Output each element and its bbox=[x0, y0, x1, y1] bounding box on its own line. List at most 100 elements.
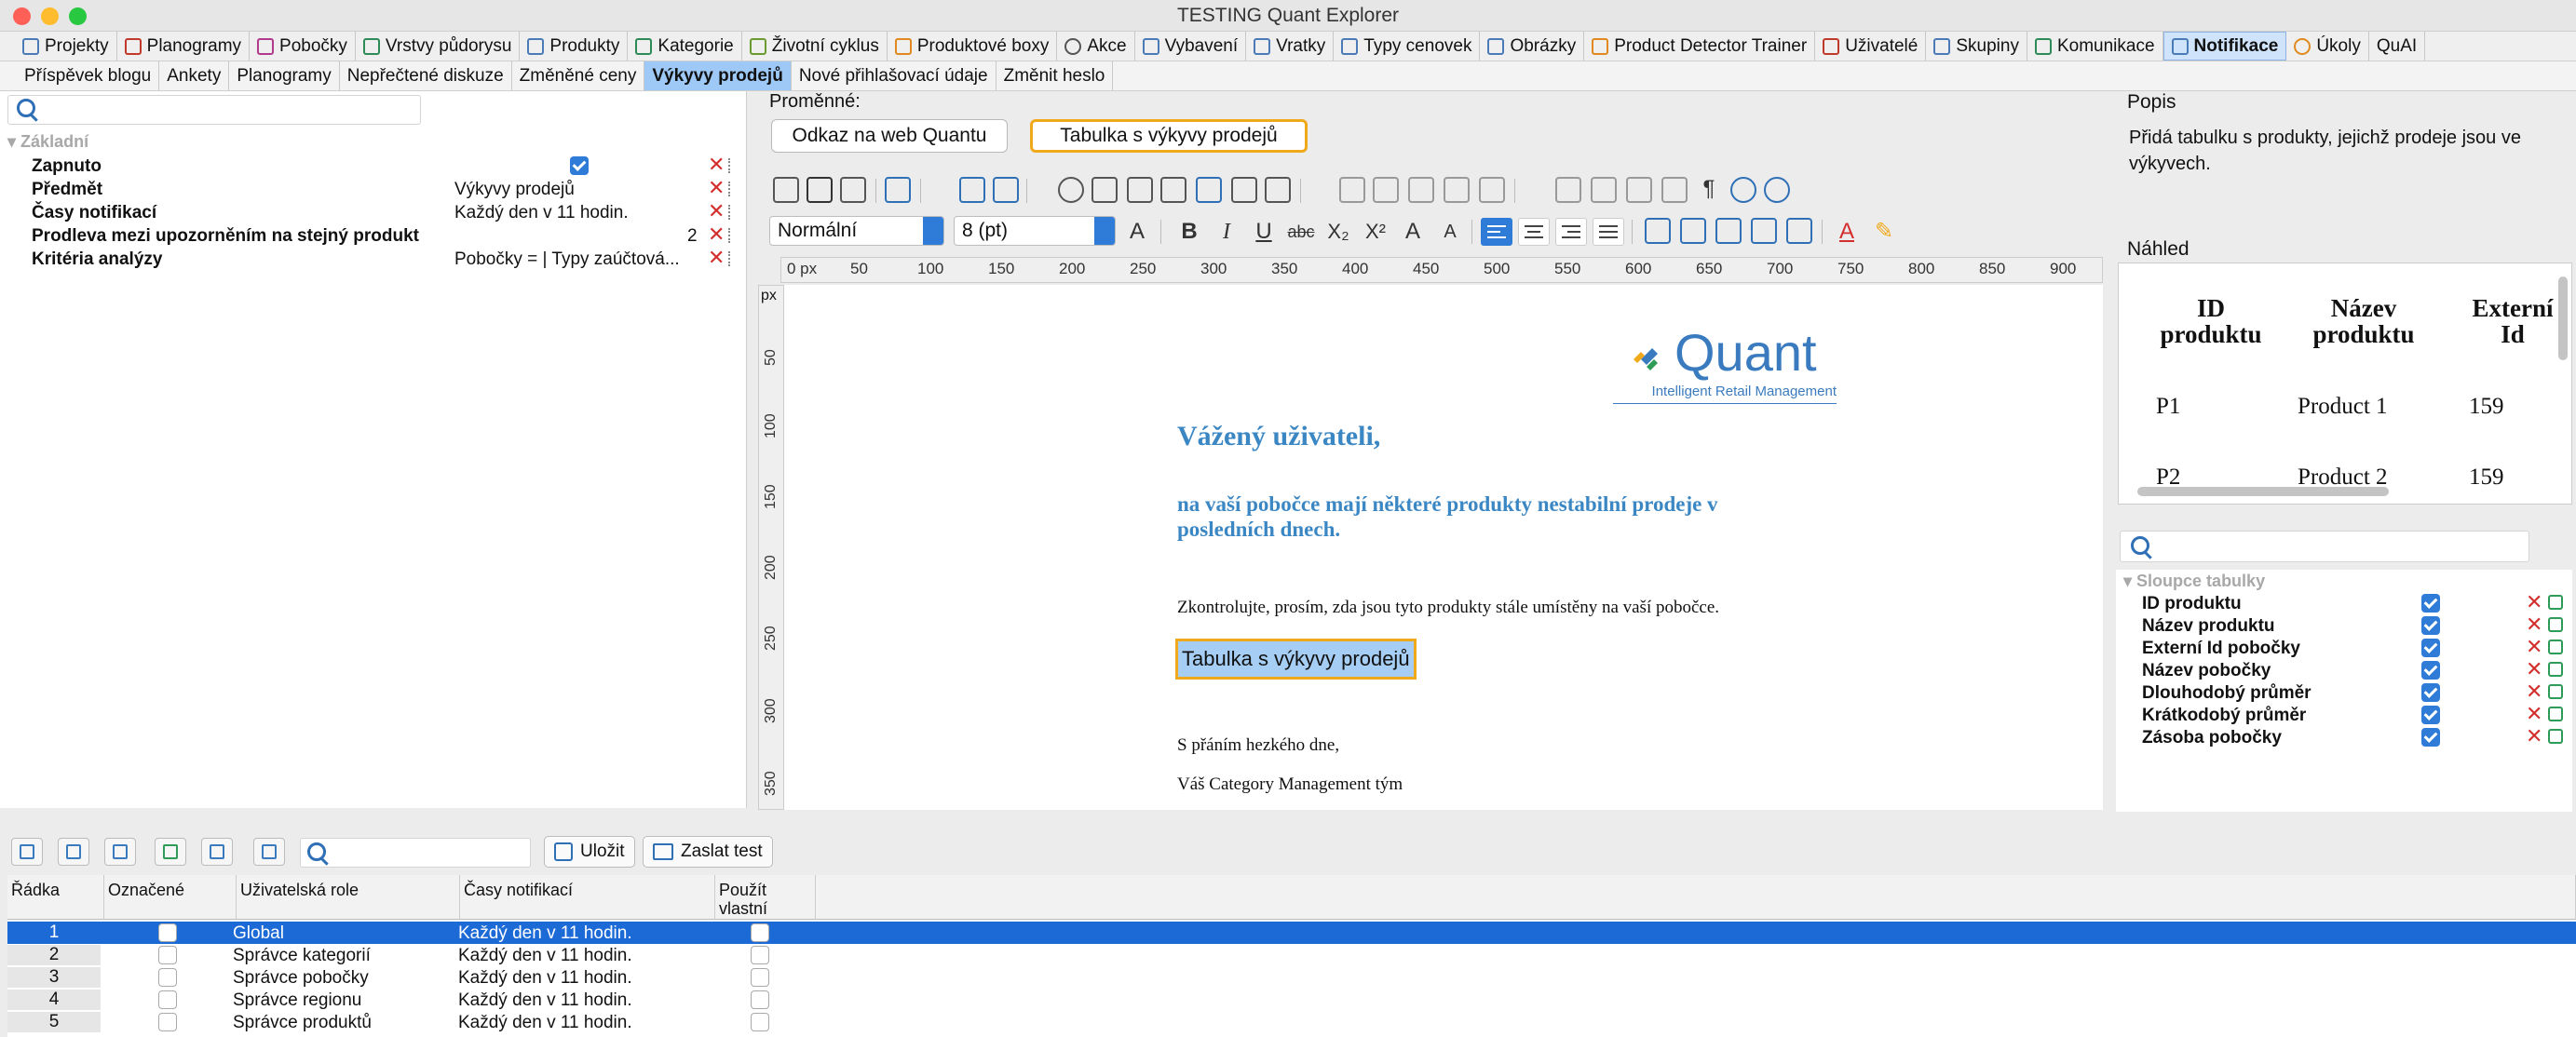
columns-section-header[interactable]: ▾ Sloupce tabulky bbox=[2123, 572, 2265, 591]
align-right-button[interactable] bbox=[1555, 218, 1587, 246]
column-checkbox[interactable] bbox=[2421, 639, 2440, 657]
tab-pobocky[interactable]: Pobočky bbox=[250, 32, 356, 61]
redo-icon[interactable] bbox=[993, 177, 1019, 203]
delete-icon[interactable]: ✕ bbox=[2526, 726, 2542, 747]
delete-icon[interactable]: ✕ bbox=[708, 155, 725, 175]
delete-icon[interactable]: ✕ bbox=[2526, 704, 2542, 724]
sales-table-placeholder[interactable]: Tabulka s výkyvy prodejů bbox=[1175, 639, 1417, 680]
split-icon[interactable] bbox=[1591, 177, 1617, 203]
delete-icon[interactable]: ✕ bbox=[708, 224, 725, 245]
copy-icon[interactable] bbox=[2548, 595, 2563, 610]
use-custom-checkbox[interactable] bbox=[751, 990, 769, 1009]
subtab-ankety[interactable]: Ankety bbox=[159, 61, 230, 90]
subject-value[interactable]: Výkyvy prodejů bbox=[454, 180, 706, 200]
grid-header-marked[interactable]: Označené bbox=[104, 875, 237, 920]
tab-komunikace[interactable]: Komunikace bbox=[2027, 32, 2163, 61]
zoom-in-icon[interactable] bbox=[1730, 177, 1756, 203]
properties-search-input[interactable] bbox=[7, 95, 421, 125]
send-test-button[interactable]: Zaslat test bbox=[643, 836, 773, 868]
save-button[interactable]: Uložit bbox=[544, 836, 635, 868]
subscript-icon[interactable]: X₂ bbox=[1324, 218, 1352, 246]
table-row[interactable]: 3 Správce pobočky Každý den v 11 hodin. bbox=[7, 966, 2576, 989]
table-icon[interactable] bbox=[885, 177, 911, 203]
row-below-icon[interactable] bbox=[1444, 177, 1470, 203]
delete-icon[interactable]: ✕ bbox=[708, 178, 725, 198]
subtab-zmenene-ceny[interactable]: Změněné ceny bbox=[512, 61, 645, 90]
column-checkbox[interactable] bbox=[2421, 706, 2440, 724]
more-icon[interactable] bbox=[728, 158, 734, 173]
tab-obrazky[interactable]: Obrázky bbox=[1480, 32, 1585, 61]
superscript-icon[interactable]: X² bbox=[1362, 218, 1390, 246]
delete-icon[interactable] bbox=[253, 838, 285, 866]
delete-icon[interactable]: ✕ bbox=[708, 248, 725, 268]
tab-vratky[interactable]: Vratky bbox=[1246, 32, 1335, 61]
duplicate-icon[interactable] bbox=[58, 838, 89, 866]
tab-skupiny[interactable]: Skupiny bbox=[1926, 32, 2027, 61]
row-above-icon[interactable] bbox=[1408, 177, 1434, 203]
align-justify-button[interactable] bbox=[1593, 218, 1624, 246]
cell-right-icon[interactable] bbox=[1373, 177, 1399, 203]
align-center-button[interactable] bbox=[1518, 218, 1550, 246]
subtab-neprectene-diskuze[interactable]: Nepřečtené diskuze bbox=[340, 61, 512, 90]
italic-icon[interactable]: I bbox=[1213, 218, 1241, 246]
more-icon[interactable] bbox=[728, 251, 734, 266]
use-custom-checkbox[interactable] bbox=[751, 1013, 769, 1031]
tab-notifikace[interactable]: Notifikace bbox=[2162, 32, 2287, 61]
tab-product-detector-trainer[interactable]: Product Detector Trainer bbox=[1584, 32, 1816, 61]
find-replace-icon[interactable] bbox=[1091, 177, 1118, 203]
column-checkbox[interactable] bbox=[2421, 728, 2440, 747]
delete-icon[interactable]: ✕ bbox=[2526, 637, 2542, 657]
grid-header-row-number[interactable]: Řádka bbox=[7, 875, 104, 920]
tab-uzivatele[interactable]: Uživatelé bbox=[1815, 32, 1927, 61]
cut-icon[interactable] bbox=[807, 177, 833, 203]
row-marked-checkbox[interactable] bbox=[158, 946, 177, 964]
table-row-icon[interactable] bbox=[1231, 177, 1257, 203]
copy-icon[interactable] bbox=[2548, 729, 2563, 744]
delete-column-icon[interactable] bbox=[1626, 177, 1652, 203]
tab-typy-cenovek[interactable]: Typy cenovek bbox=[1334, 32, 1481, 61]
table-column-icon[interactable] bbox=[1265, 177, 1291, 203]
text-color-icon[interactable]: A bbox=[1833, 218, 1861, 246]
bullet-list-icon[interactable] bbox=[1751, 218, 1777, 244]
row-marked-checkbox[interactable] bbox=[158, 990, 177, 1009]
format-painter-icon[interactable] bbox=[1160, 177, 1186, 203]
copy-icon[interactable] bbox=[840, 177, 866, 203]
font-icon[interactable]: A bbox=[1123, 218, 1151, 246]
email-editor-canvas[interactable]: Quant Intelligent Retail Management Váže… bbox=[784, 285, 2103, 810]
cell-left-icon[interactable] bbox=[1339, 177, 1365, 203]
undo-icon[interactable] bbox=[959, 177, 985, 203]
paste-icon[interactable] bbox=[773, 177, 799, 203]
columns-search-input[interactable] bbox=[2120, 531, 2529, 562]
use-custom-checkbox[interactable] bbox=[751, 968, 769, 987]
tab-produktove-boxy[interactable]: Produktové boxy bbox=[888, 32, 1058, 61]
delete-icon[interactable]: ✕ bbox=[708, 201, 725, 222]
preview-vertical-scrollbar[interactable] bbox=[2558, 276, 2568, 360]
add-image-icon[interactable] bbox=[155, 838, 186, 866]
delete-row-icon[interactable] bbox=[1479, 177, 1505, 203]
grid-header-use-custom[interactable]: Použít vlastní bbox=[715, 875, 816, 920]
table-row[interactable]: 1 Global Každý den v 11 hodin. bbox=[7, 922, 2576, 944]
tab-projekty[interactable]: Projekty bbox=[15, 32, 117, 61]
tab-produkty[interactable]: Produkty bbox=[520, 32, 629, 61]
variable-web-link-button[interactable]: Odkaz na web Quantu bbox=[771, 119, 1008, 153]
insert-table-icon[interactable] bbox=[1196, 177, 1222, 203]
delay-value[interactable]: 2 bbox=[687, 226, 698, 247]
tab-zivotni-cyklus[interactable]: Životní cyklus bbox=[742, 32, 888, 61]
font-size-select[interactable]: 8 (pt) bbox=[954, 216, 1116, 246]
column-checkbox[interactable] bbox=[2421, 661, 2440, 680]
copy-icon[interactable] bbox=[2548, 707, 2563, 721]
outdent-icon[interactable] bbox=[1645, 218, 1671, 244]
delete-icon[interactable]: ✕ bbox=[2526, 659, 2542, 680]
pilcrow-icon[interactable]: ¶ bbox=[1695, 175, 1723, 203]
subtab-vykyvy-prodeju[interactable]: Výkyvy prodejů bbox=[644, 61, 792, 90]
tab-vybaveni[interactable]: Vybavení bbox=[1135, 32, 1247, 61]
delete-icon[interactable]: ✕ bbox=[2526, 681, 2542, 702]
subtab-zmenit-heslo[interactable]: Změnit heslo bbox=[997, 61, 1114, 90]
clipboard-icon[interactable] bbox=[201, 838, 233, 866]
decrease-font-icon[interactable]: A bbox=[1436, 218, 1464, 246]
preview-horizontal-scrollbar[interactable] bbox=[2137, 487, 2389, 496]
use-custom-checkbox[interactable] bbox=[751, 923, 769, 942]
delete-table-icon[interactable] bbox=[1661, 177, 1688, 203]
subtab-planogramy[interactable]: Planogramy bbox=[229, 61, 340, 90]
variable-sales-table-button[interactable]: Tabulka s výkyvy prodejů bbox=[1030, 119, 1308, 153]
